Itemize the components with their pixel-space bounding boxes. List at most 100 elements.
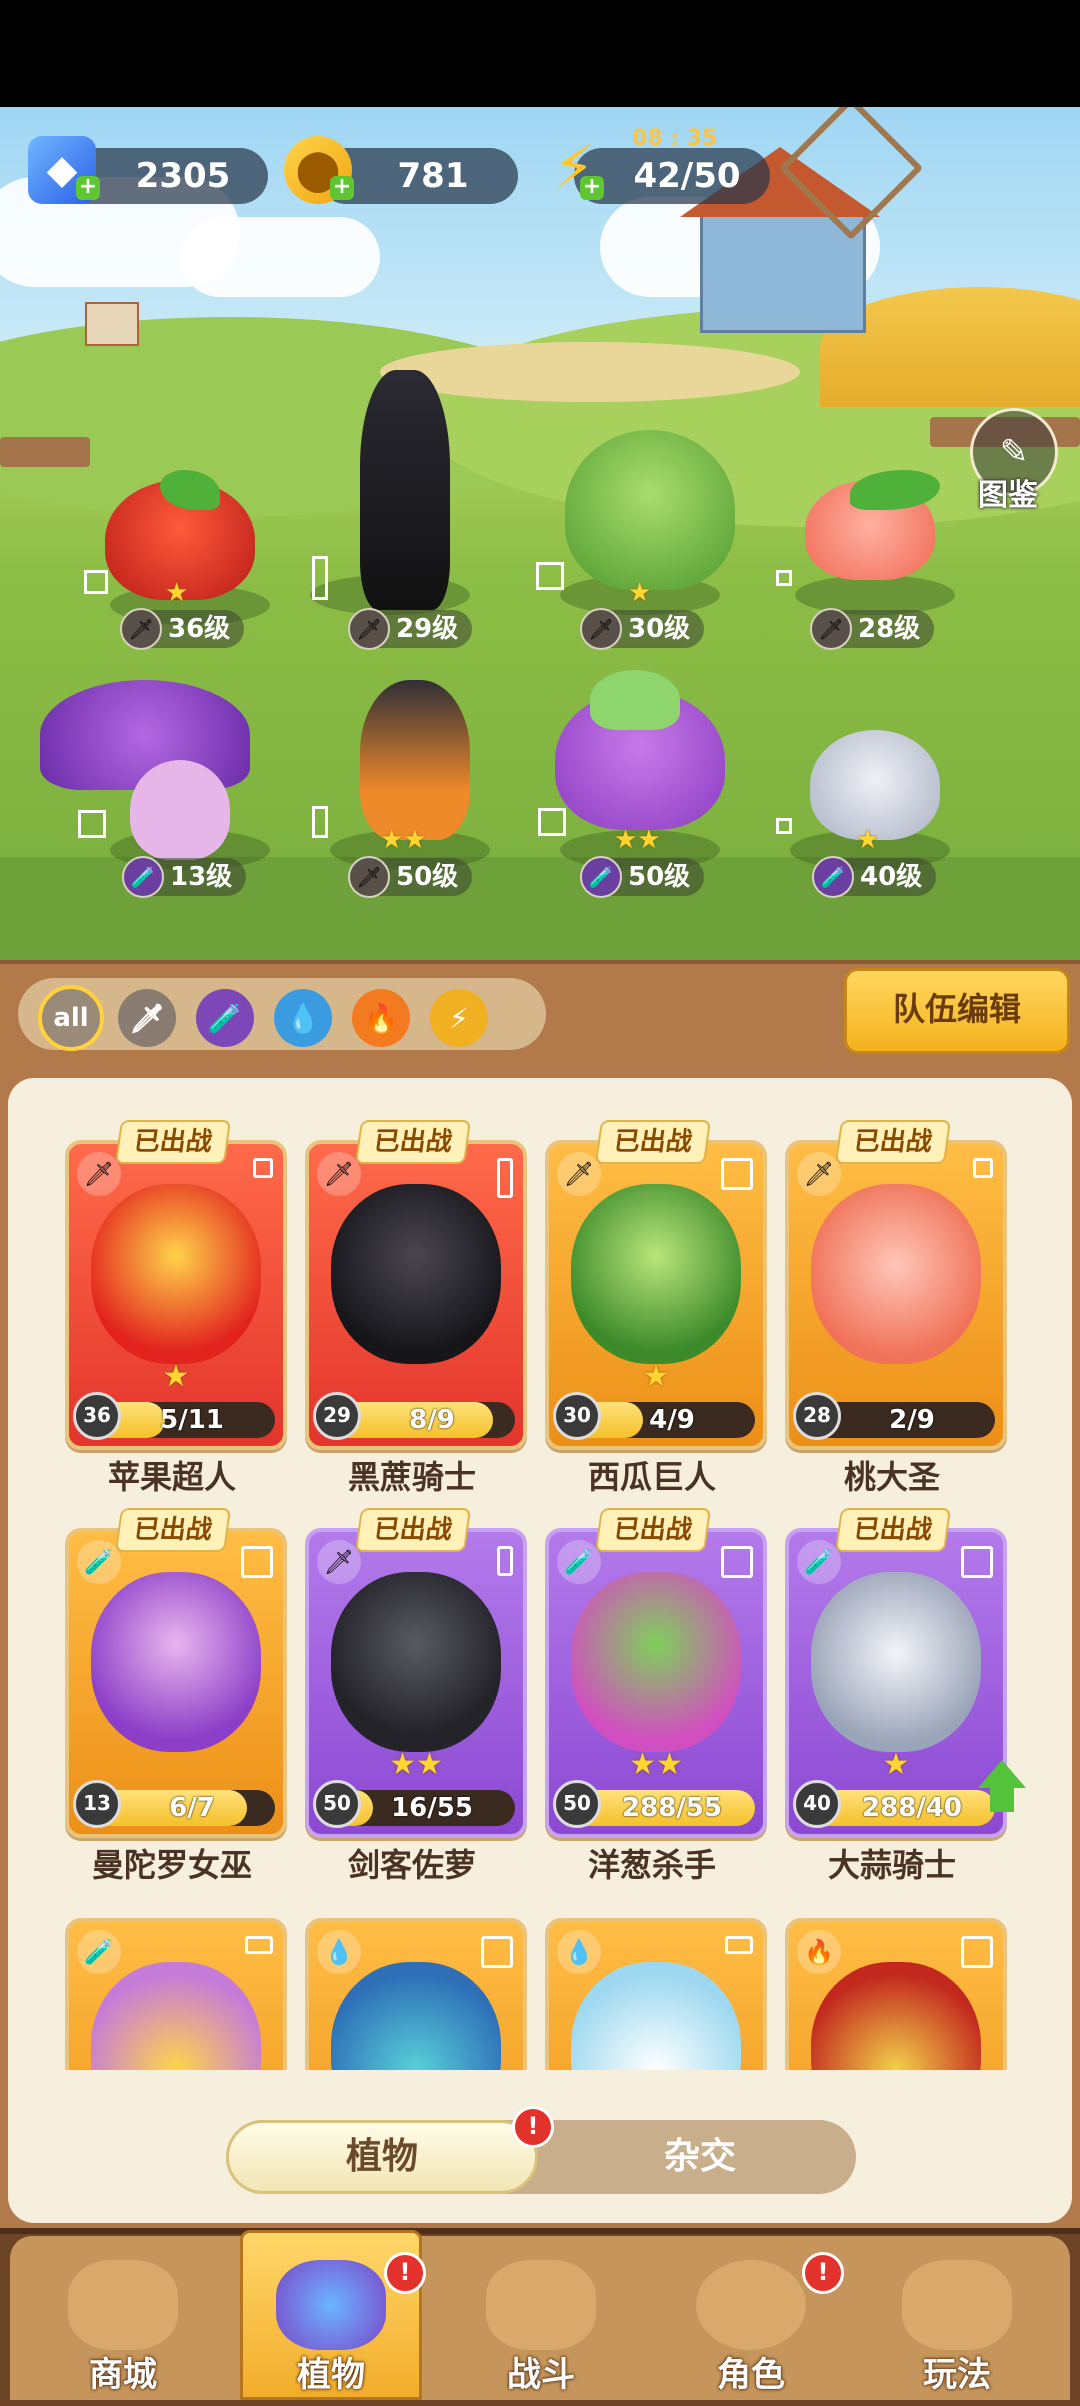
witch-body	[130, 760, 230, 860]
lineup-watermelon-giant[interactable]	[565, 430, 735, 590]
dirt-path	[380, 342, 800, 402]
alert-badge: !	[384, 2252, 426, 2294]
filter-sword-icon[interactable]: 🗡	[118, 989, 176, 1047]
plant-card[interactable]: 🧪 ★★ 50 288/55	[545, 1528, 767, 1838]
star-rating: ★★	[629, 1747, 683, 1782]
formation-icon	[961, 1936, 993, 1968]
plant-card[interactable]: 💧	[545, 1918, 767, 2070]
plant-name: 洋葱杀手	[587, 1846, 716, 1884]
star-rating: ★	[642, 1359, 670, 1394]
card-level: 50	[553, 1780, 601, 1828]
character-icon	[696, 2260, 806, 2350]
formation-icon	[497, 1546, 513, 1576]
formation-icon	[312, 556, 328, 600]
filter-fire-icon[interactable]: 🔥	[352, 989, 410, 1047]
progress-text: 288/40	[862, 1793, 962, 1823]
upgrade-arrow-icon[interactable]	[978, 1760, 1026, 1788]
deployed-badge: 已出战	[834, 1508, 952, 1552]
progress-text: 8/9	[409, 1405, 455, 1435]
nav-label: 角色	[717, 2355, 785, 2395]
team-edit-button[interactable]: 队伍编辑	[844, 968, 1070, 1054]
nav-label: 商城	[89, 2355, 157, 2395]
star-rating: ★★	[380, 825, 427, 855]
deployed-badge: 已出战	[114, 1508, 232, 1552]
deployed-badge: 已出战	[354, 1120, 472, 1164]
tab-hybrid[interactable]: 杂交	[544, 2120, 856, 2194]
nav-battle[interactable]: 战斗	[456, 2250, 626, 2400]
gold-plus-button[interactable]: +	[330, 176, 354, 200]
gems-plus-button[interactable]: +	[76, 176, 100, 200]
potion-icon: 🧪	[77, 1930, 121, 1974]
plant-card[interactable]: 🧪 ★ 40 288/40	[785, 1528, 1007, 1838]
upgrade-arrow-stem	[990, 1788, 1014, 1812]
potion-icon: 🧪	[557, 1540, 601, 1584]
codex-label[interactable]: 图鉴	[978, 470, 1038, 514]
plant-card[interactable]: 🗡 ★ 36 5/11	[65, 1140, 287, 1450]
filter-all-button[interactable]: all	[38, 985, 104, 1051]
formation-icon	[312, 806, 328, 838]
nav-shop[interactable]: 商城	[38, 2250, 208, 2400]
formation-icon	[776, 570, 792, 586]
formation-icon	[961, 1546, 993, 1578]
plant-card[interactable]: 🗡 ★ 30 4/9	[545, 1140, 767, 1450]
potion-icon: 🧪	[122, 856, 164, 898]
star-rating: ★★	[389, 1747, 443, 1782]
card-level: 50	[313, 1780, 361, 1828]
progress-text: 2/9	[889, 1405, 935, 1435]
sword-icon: 🗡	[810, 608, 852, 650]
filter-water-icon[interactable]: 💧	[274, 989, 332, 1047]
formation-icon	[721, 1546, 753, 1578]
formation-icon	[253, 1158, 273, 1178]
fence	[0, 437, 90, 467]
water-icon: 💧	[557, 1930, 601, 1974]
progress-text: 6/7	[169, 1793, 215, 1823]
formation-icon	[481, 1936, 513, 1968]
filter-lightning-icon[interactable]: ⚡	[430, 989, 488, 1047]
deployed-badge: 已出战	[354, 1508, 472, 1552]
filter-potion-icon[interactable]: 🧪	[196, 989, 254, 1047]
small-house	[85, 302, 139, 346]
potion-icon: 🧪	[580, 856, 622, 898]
card-level: 29	[313, 1392, 361, 1440]
sword-icon: 🗡	[580, 608, 622, 650]
card-level: 28	[793, 1392, 841, 1440]
tab-plants-label[interactable]: 植物	[226, 2120, 538, 2194]
plant-name: 苹果超人	[107, 1458, 236, 1496]
plant-card[interactable]: 🗡 28 2/9	[785, 1140, 1007, 1450]
plant-card[interactable]: 🗡 ★★ 50 16/55	[305, 1528, 527, 1838]
battle-windmill-icon	[486, 2260, 596, 2350]
card-level: 30	[553, 1392, 601, 1440]
lineup-black-cane-knight[interactable]	[360, 370, 450, 610]
deployed-badge: 已出战	[594, 1508, 712, 1552]
plant-card[interactable]: 🧪	[65, 1918, 287, 2070]
gameplay-icon	[902, 2260, 1012, 2350]
plant-card[interactable]: 🧪 13 6/7	[65, 1528, 287, 1838]
plant-name: 西瓜巨人	[587, 1458, 716, 1496]
sword-icon: 🗡	[348, 856, 390, 898]
nav-gameplay[interactable]: 玩法	[872, 2250, 1042, 2400]
sword-icon: 🗡	[557, 1152, 601, 1196]
formation-icon	[538, 808, 566, 836]
formation-icon	[497, 1158, 513, 1198]
plant-card[interactable]: 🗡 29 8/9	[305, 1140, 527, 1450]
plant-card-grid: 🗡 ★ 36 5/11 🗡 29 8/9 🗡 ★ 30 4/9 🗡 28 2/9…	[30, 1120, 1050, 2070]
sword-icon: 🗡	[317, 1540, 361, 1584]
sword-icon: 🗡	[120, 608, 162, 650]
card-level: 13	[73, 1780, 121, 1828]
shadow	[795, 575, 955, 615]
plants-icon	[276, 2260, 386, 2350]
deployed-badge: 已出战	[594, 1120, 712, 1164]
formation-icon	[245, 1936, 273, 1954]
water-icon: 💧	[317, 1930, 361, 1974]
plant-card[interactable]: 💧	[305, 1918, 527, 2070]
card-level: 36	[73, 1392, 121, 1440]
potion-icon: 🧪	[812, 856, 854, 898]
lineup-garlic-knight[interactable]	[810, 730, 940, 840]
nav-label: 植物	[297, 2355, 365, 2395]
plant-card[interactable]: 🔥	[785, 1918, 1007, 2070]
star-rating: ★	[856, 825, 880, 855]
sword-icon: 🗡	[317, 1152, 361, 1196]
lineup-swordsman-zoro[interactable]	[360, 680, 470, 840]
sword-icon: 🗡	[77, 1152, 121, 1196]
energy-plus-button[interactable]: +	[580, 176, 604, 200]
